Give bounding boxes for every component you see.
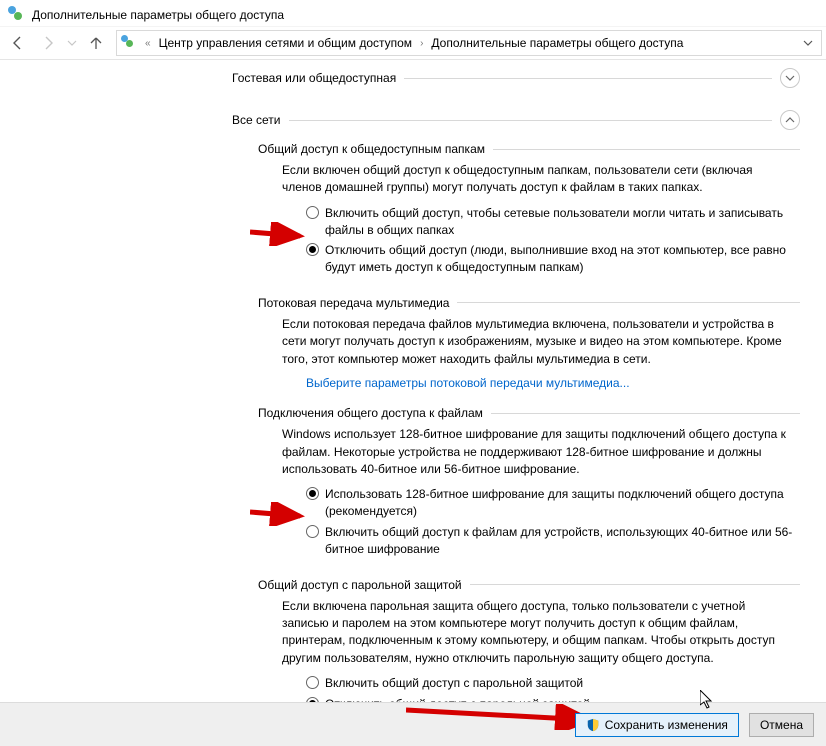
- file-sharing-desc: Windows использует 128-битное шифрование…: [282, 426, 792, 478]
- password-radio-on[interactable]: Включить общий доступ с парольной защито…: [306, 675, 796, 692]
- radio-icon: [306, 487, 319, 500]
- password-on-label: Включить общий доступ с парольной защито…: [325, 675, 583, 692]
- breadcrumb-ellipsis: «: [143, 38, 153, 49]
- radio-icon: [306, 676, 319, 689]
- password-desc: Если включена парольная защита общего до…: [282, 598, 792, 668]
- password-radio-group: Включить общий доступ с парольной защито…: [306, 675, 796, 702]
- media-desc: Если потоковая передача файлов мультимед…: [282, 316, 792, 368]
- shield-icon: [586, 718, 600, 732]
- public-folders-off-label: Отключить общий доступ (люди, выполнивши…: [325, 242, 796, 276]
- radio-icon: [306, 243, 319, 256]
- public-folders-desc: Если включен общий доступ к общедоступны…: [282, 162, 792, 197]
- cancel-button-label: Отмена: [760, 718, 803, 732]
- recent-dropdown[interactable]: [64, 30, 80, 56]
- file-sharing-40-label: Включить общий доступ к файлам для устро…: [325, 524, 796, 558]
- subsection-password: Общий доступ с парольной защитой: [258, 578, 800, 592]
- media-settings-link[interactable]: Выберите параметры потоковой передачи му…: [306, 376, 630, 390]
- save-button-label: Сохранить изменения: [605, 718, 728, 732]
- file-sharing-128-label: Использовать 128-битное шифрование для з…: [325, 486, 796, 520]
- password-radio-off[interactable]: Отключить общий доступ с парольной защит…: [306, 696, 796, 702]
- breadcrumb-icon: [121, 35, 137, 51]
- public-folders-on-label: Включить общий доступ, чтобы сетевые пол…: [325, 205, 796, 239]
- subsection-file-sharing: Подключения общего доступа к файлам: [258, 406, 800, 420]
- app-icon: [8, 6, 26, 24]
- window-title: Дополнительные параметры общего доступа: [32, 8, 284, 22]
- radio-icon: [306, 525, 319, 538]
- breadcrumb-item-2[interactable]: Дополнительные параметры общего доступа: [431, 36, 683, 50]
- breadcrumb[interactable]: « Центр управления сетями и общим доступ…: [116, 30, 822, 56]
- file-sharing-title: Подключения общего доступа к файлам: [258, 406, 483, 420]
- back-button[interactable]: [4, 30, 32, 56]
- subsection-media: Потоковая передача мультимедиа: [258, 296, 800, 310]
- file-sharing-radio-group: Использовать 128-битное шифрование для з…: [306, 486, 796, 557]
- section-all-networks-label: Все сети: [232, 113, 281, 127]
- password-title: Общий доступ с парольной защитой: [258, 578, 462, 592]
- section-guest-public[interactable]: Гостевая или общедоступная: [232, 68, 800, 88]
- radio-icon: [306, 206, 319, 219]
- public-folders-title: Общий доступ к общедоступным папкам: [258, 142, 485, 156]
- up-button[interactable]: [82, 30, 110, 56]
- section-guest-public-label: Гостевая или общедоступная: [232, 71, 396, 85]
- public-folders-radio-off[interactable]: Отключить общий доступ (люди, выполнивши…: [306, 242, 796, 276]
- subsection-public-folders: Общий доступ к общедоступным папкам: [258, 142, 800, 156]
- section-all-networks[interactable]: Все сети: [232, 110, 800, 130]
- media-title: Потоковая передача мультимедиа: [258, 296, 449, 310]
- forward-button[interactable]: [34, 30, 62, 56]
- file-sharing-radio-128[interactable]: Использовать 128-битное шифрование для з…: [306, 486, 796, 520]
- radio-icon: [306, 697, 319, 702]
- expand-guest-public-icon[interactable]: [780, 68, 800, 88]
- public-folders-radio-group: Включить общий доступ, чтобы сетевые пол…: [306, 205, 796, 276]
- save-button[interactable]: Сохранить изменения: [575, 713, 739, 737]
- file-sharing-radio-40[interactable]: Включить общий доступ к файлам для устро…: [306, 524, 796, 558]
- password-off-label: Отключить общий доступ с парольной защит…: [325, 696, 590, 702]
- breadcrumb-dropdown[interactable]: [799, 31, 817, 55]
- public-folders-radio-on[interactable]: Включить общий доступ, чтобы сетевые пол…: [306, 205, 796, 239]
- cancel-button[interactable]: Отмена: [749, 713, 814, 737]
- breadcrumb-separator: ›: [418, 38, 425, 49]
- collapse-all-networks-icon[interactable]: [780, 110, 800, 130]
- breadcrumb-item-1[interactable]: Центр управления сетями и общим доступом: [159, 36, 413, 50]
